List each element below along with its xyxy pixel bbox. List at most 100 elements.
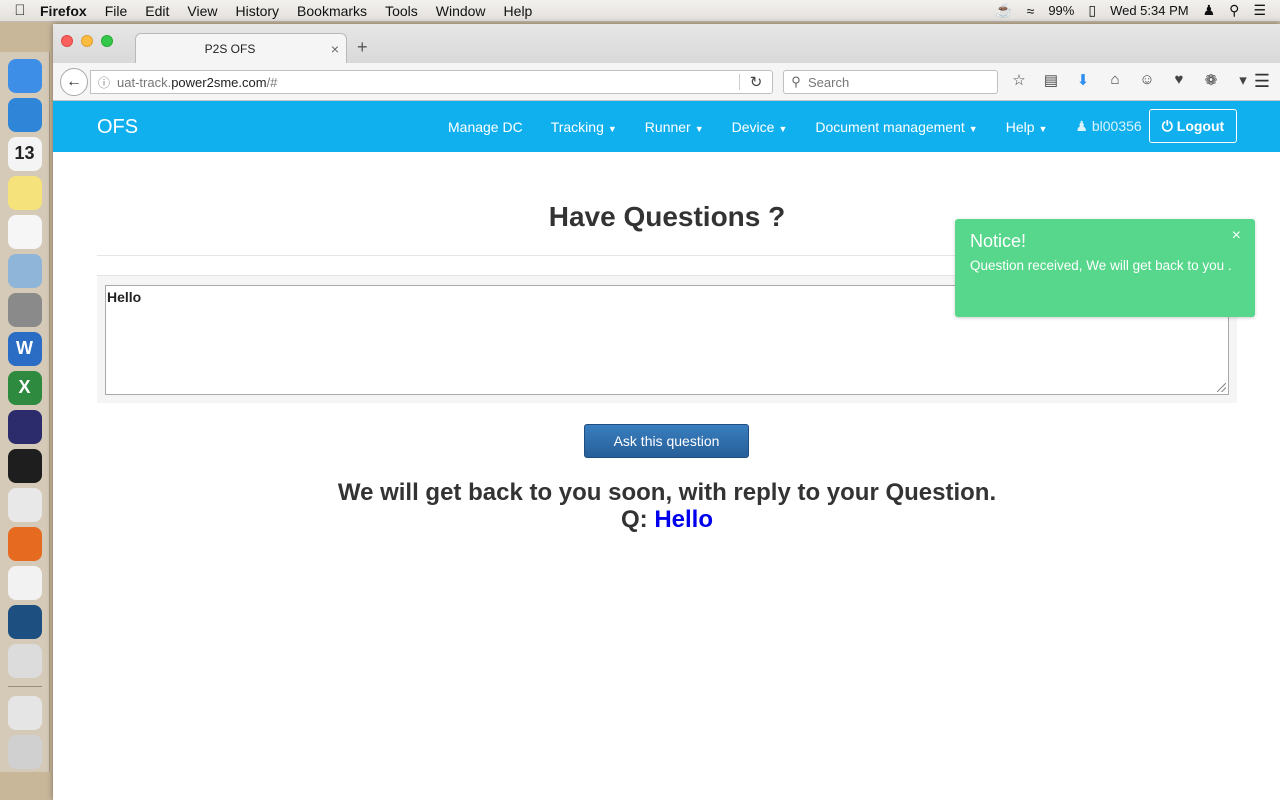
- url-bar[interactable]: ⓘ uat-track. power2sme.com/# ↻: [90, 70, 773, 94]
- nav-document-management[interactable]: Document management ▼: [815, 119, 977, 135]
- nav-manage-dc[interactable]: Manage DC: [448, 119, 523, 135]
- nav-device-label: Device: [731, 118, 775, 135]
- extension-icon[interactable]: ❁: [1200, 71, 1222, 89]
- question-echo-value[interactable]: Hello: [654, 506, 713, 533]
- reply-message: We will get back to you soon, with reply…: [337, 479, 997, 506]
- battery-icon[interactable]: ▯: [1088, 2, 1096, 19]
- reading-list-icon[interactable]: ▤: [1040, 71, 1062, 89]
- dock-safari-icon[interactable]: [7, 97, 42, 132]
- hamburger-menu-icon[interactable]: ☰: [1254, 71, 1270, 92]
- dock-excel-icon[interactable]: X: [7, 370, 42, 405]
- notice-title: Notice!: [970, 231, 1027, 251]
- apple-menu-icon[interactable]: : [0, 2, 40, 19]
- menu-tools[interactable]: Tools: [385, 3, 418, 19]
- brand-logo[interactable]: OFS: [97, 116, 138, 139]
- notification-center-icon[interactable]: ☰: [1253, 2, 1266, 19]
- url-prefix: uat-track.: [117, 74, 172, 90]
- downloads-icon[interactable]: ⬇: [1072, 71, 1094, 89]
- tab-bar: P2S OFS × +: [53, 24, 1280, 63]
- search-placeholder: Search: [808, 74, 850, 90]
- chat-icon[interactable]: ☺: [1136, 71, 1158, 89]
- macos-menubar:  Firefox File Edit View History Bookmar…: [0, 0, 1280, 22]
- logout-button[interactable]: ⏻ Logout: [1149, 109, 1237, 143]
- pocket-icon[interactable]: ♥: [1168, 71, 1190, 89]
- nav-device[interactable]: Device ▼: [732, 119, 788, 135]
- window-minimize-button[interactable]: [81, 35, 93, 47]
- dock-downloads-stack-icon[interactable]: [7, 695, 42, 730]
- user-icon[interactable]: ♟: [1203, 2, 1216, 19]
- overflow-chevron-down-icon[interactable]: ▾: [1232, 71, 1254, 89]
- site-navbar: OFS Manage DC Tracking ▼ Runner ▼ Device ▼ …: [53, 101, 1280, 152]
- browser-toolbar: ← ⓘ uat-track. power2sme.com/# ↻ ⚲ Search…: [53, 63, 1280, 101]
- tab-title: P2S OFS: [204, 41, 256, 56]
- caret-down-icon: ▼: [1038, 123, 1048, 134]
- dock-trash-icon[interactable]: [7, 734, 42, 769]
- new-tab-icon[interactable]: +: [357, 37, 368, 58]
- menu-history[interactable]: History: [235, 3, 279, 19]
- nav-help[interactable]: Help ▼: [1006, 119, 1048, 135]
- dock-terminal-icon[interactable]: [7, 448, 42, 483]
- notice-toast: Notice! Question received, We will get b…: [955, 219, 1255, 317]
- notice-close-icon[interactable]: ×: [1232, 227, 1241, 245]
- user-icon: ♟: [1075, 118, 1092, 134]
- dock-mysql-workbench-icon[interactable]: [7, 604, 42, 639]
- dock-calendar-icon[interactable]: 13: [7, 136, 42, 171]
- dock-word-icon[interactable]: W: [7, 331, 42, 366]
- dock-system-preferences-icon[interactable]: [7, 292, 42, 327]
- nav-tracking[interactable]: Tracking ▼: [551, 119, 617, 135]
- nav-user[interactable]: ♟ bl00356: [1075, 118, 1141, 135]
- window-zoom-button[interactable]: [101, 35, 113, 47]
- dock-separator: [7, 686, 42, 687]
- dock-firefox-icon[interactable]: [7, 526, 42, 561]
- browser-window: P2S OFS × + ← ⓘ uat-track. power2sme.com /…: [53, 24, 1280, 800]
- menu-file[interactable]: File: [105, 3, 128, 19]
- menu-app-firefox[interactable]: Firefox: [40, 3, 87, 19]
- dock-finder-icon[interactable]: [7, 58, 42, 93]
- dock: 13 W X: [0, 52, 50, 772]
- window-close-button[interactable]: [61, 35, 73, 47]
- home-icon[interactable]: ⌂: [1104, 71, 1126, 89]
- caret-down-icon: ▼: [607, 123, 617, 134]
- site-info-icon[interactable]: ⓘ: [91, 74, 117, 91]
- nav-runner-label: Runner: [644, 118, 691, 135]
- ask-question-button[interactable]: Ask this question: [584, 424, 749, 458]
- nav-help-label: Help: [1005, 118, 1035, 135]
- question-echo-label: Q:: [620, 506, 648, 533]
- tab-p2s-ofs[interactable]: P2S OFS ×: [135, 33, 347, 63]
- wifi-icon[interactable]: ≈: [1027, 3, 1035, 19]
- dock-preview-icon[interactable]: [7, 253, 42, 288]
- caret-down-icon: ▼: [694, 123, 704, 134]
- caret-down-icon: ▼: [968, 123, 978, 134]
- spotlight-search-icon[interactable]: ⚲: [1229, 2, 1239, 19]
- menu-help[interactable]: Help: [504, 3, 533, 19]
- reload-icon[interactable]: ↻: [740, 73, 772, 91]
- tab-close-icon[interactable]: ×: [324, 41, 346, 57]
- back-arrow-icon[interactable]: ←: [60, 68, 88, 96]
- menu-edit[interactable]: Edit: [145, 3, 169, 19]
- dock-eclipse-icon[interactable]: [7, 409, 42, 444]
- nav-tracking-label: Tracking: [550, 118, 604, 135]
- dock-chrome-icon[interactable]: [7, 487, 42, 522]
- bookmark-star-icon[interactable]: ☆: [1008, 71, 1030, 89]
- power-icon: ⏻: [1161, 117, 1177, 134]
- notice-message: Question received, We will get back to y…: [970, 258, 1232, 273]
- menu-bookmarks[interactable]: Bookmarks: [297, 3, 367, 19]
- dock-textedit-icon[interactable]: [7, 565, 42, 600]
- battery-percent: 99%: [1048, 3, 1075, 18]
- caret-down-icon: ▼: [778, 123, 788, 134]
- search-input[interactable]: ⚲ Search: [783, 70, 998, 94]
- nav-runner[interactable]: Runner ▼: [645, 119, 704, 135]
- resize-handle-icon[interactable]: [1217, 383, 1226, 392]
- clock[interactable]: Wed 5:34 PM: [1110, 3, 1189, 18]
- menu-window[interactable]: Window: [436, 3, 486, 19]
- url-host: power2sme.com: [171, 74, 267, 90]
- toolbar-icons: ☆ ▤ ⬇ ⌂ ☺ ♥ ❁ ▾: [1008, 71, 1254, 89]
- status-app-icon[interactable]: ☕: [995, 2, 1012, 19]
- url-suffix: /#: [266, 74, 278, 90]
- dock-reminders-icon[interactable]: [7, 214, 42, 249]
- dock-jug-icon[interactable]: [7, 643, 42, 678]
- logout-label: Logout: [1176, 118, 1225, 134]
- dock-notes-icon[interactable]: [7, 175, 42, 210]
- menu-view[interactable]: View: [187, 3, 217, 19]
- nav-user-label: bl00356: [1091, 118, 1142, 134]
